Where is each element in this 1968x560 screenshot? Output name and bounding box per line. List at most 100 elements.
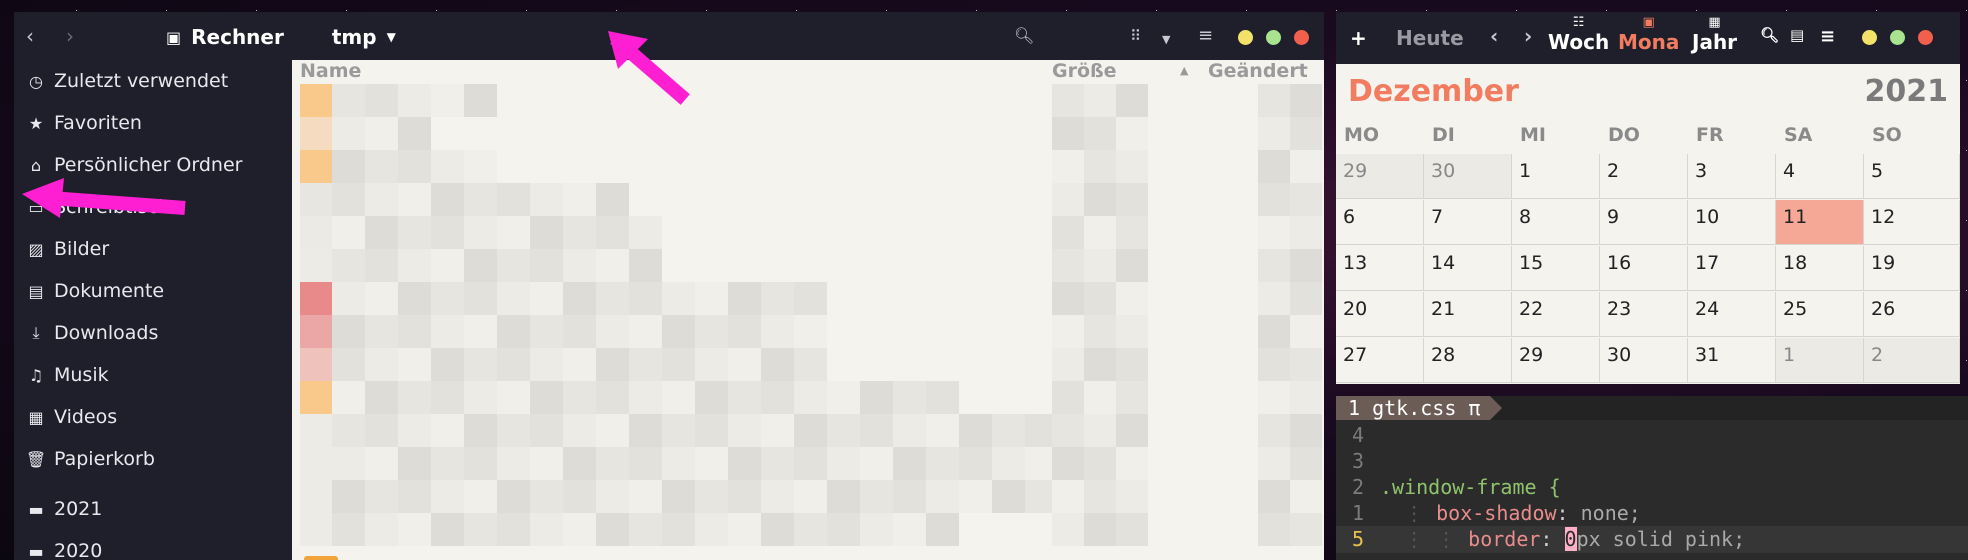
tab-gtk-css[interactable]: 1 gtk.css π [1336, 396, 1503, 420]
sidebar-item-label: Zuletzt verwendet [54, 70, 229, 92]
sidebar-item-folder-2021[interactable]: ▬ 2021 [28, 498, 102, 520]
calendar-day-cell[interactable]: 22 [1512, 292, 1600, 337]
calendar-day-cell[interactable]: 7 [1424, 200, 1512, 245]
sidebar-item-folder-2020[interactable]: ▬ 2020 [28, 540, 102, 560]
file-name-blur [629, 513, 662, 546]
file-name-blur [596, 282, 629, 315]
calendar-day-cell[interactable]: 29 [1336, 154, 1424, 199]
calendar-day-cell[interactable]: 12 [1864, 200, 1960, 245]
column-name[interactable]: Name [300, 60, 361, 82]
calendar-day-cell[interactable]: 19 [1864, 246, 1960, 291]
calendar-day-cell[interactable]: 6 [1336, 200, 1424, 245]
calendar-day-cell[interactable]: 13 [1336, 246, 1424, 291]
code-line[interactable]: 4 [1336, 422, 1380, 449]
sidebar-item-documents[interactable]: ▤ Dokumente [28, 280, 164, 302]
calendar-day-cell[interactable]: 1 [1512, 154, 1600, 199]
sidebar-item-recent[interactable]: ◷ Zuletzt verwendet [28, 70, 228, 92]
file-date-blur [1258, 381, 1290, 414]
calendar-day-cell[interactable]: 16 [1600, 246, 1688, 291]
minimize-button[interactable] [1862, 30, 1877, 45]
calendar-day-cell[interactable]: 18 [1776, 246, 1864, 291]
calendar-day-cell[interactable]: 1 [1776, 338, 1864, 383]
file-size-blur [1084, 150, 1116, 183]
calendar-day-cell[interactable]: 30 [1424, 154, 1512, 199]
line-number: 1 [1351, 501, 1365, 525]
sidebar-item-pictures[interactable]: ▨ Bilder [28, 238, 109, 260]
search-icon[interactable]: 🔍︎ [1760, 26, 1779, 44]
calendar-day-cell[interactable]: 9 [1600, 200, 1688, 245]
calendar-day-cell[interactable]: 8 [1512, 200, 1600, 245]
sidebar-item-home[interactable]: ⌂ Persönlicher Ordner [28, 154, 243, 176]
week-view-button[interactable]: ☷ Woch [1548, 16, 1609, 55]
calendar-day-cell[interactable]: 2 [1864, 338, 1960, 383]
forward-button[interactable]: › [66, 26, 74, 46]
file-name-blur [332, 216, 365, 249]
calendar-day-cell[interactable]: 26 [1864, 292, 1960, 337]
tab-bar: 1 gtk.css π [1336, 396, 1968, 420]
calendar-day-cell[interactable]: 2 [1600, 154, 1688, 199]
maximize-button[interactable] [1890, 30, 1905, 45]
line-number: 2 [1351, 475, 1365, 499]
calendar-day-cell[interactable]: 17 [1688, 246, 1776, 291]
sidebar-item-favorites[interactable]: ★ Favoriten [28, 112, 142, 134]
calendar-day-cell[interactable]: 30 [1600, 338, 1688, 383]
calendar-day-cell[interactable]: 28 [1424, 338, 1512, 383]
chevron-down-icon[interactable]: ▼ [387, 30, 396, 44]
file-name-blur [959, 480, 992, 513]
file-name-blur [497, 348, 530, 381]
code-line[interactable]: 1 ⋮ box-shadow: none; [1336, 500, 1641, 527]
calendar-day-cell[interactable]: 25 [1776, 292, 1864, 337]
calendar-day-cell[interactable]: 21 [1424, 292, 1512, 337]
path-bar[interactable]: ▣ Rechner tmp ▼ [166, 25, 396, 49]
calendar-day-cell[interactable]: 31 [1688, 338, 1776, 383]
today-button[interactable]: Heute [1396, 26, 1464, 50]
maximize-button[interactable] [1266, 30, 1281, 45]
close-button[interactable] [1294, 30, 1309, 45]
calendar-day-cell[interactable]: 15 [1512, 246, 1600, 291]
grid-view-icon[interactable]: ⠿ [1130, 26, 1141, 46]
column-size[interactable]: Größe [1052, 60, 1117, 82]
menu-icon[interactable]: ≡ [1820, 26, 1835, 47]
calendar-day-cell[interactable]: 14 [1424, 246, 1512, 291]
next-button[interactable]: › [1524, 24, 1532, 48]
file-name-blur [596, 216, 629, 249]
year-view-button[interactable]: ▦ Jahr [1692, 16, 1737, 55]
calendar-day-cell[interactable]: 23 [1600, 292, 1688, 337]
search-icon[interactable]: 🔍︎ [1014, 26, 1034, 46]
sidebar-item-trash[interactable]: 🗑︎ Papierkorb [26, 448, 155, 470]
file-size-blur [1084, 282, 1116, 315]
column-modified[interactable]: Geändert [1208, 60, 1308, 82]
calendar-day-cell[interactable]: 27 [1336, 338, 1424, 383]
folder-icon: ▬ [28, 541, 44, 560]
calendar-day-cell[interactable]: 29 [1512, 338, 1600, 383]
path-folder[interactable]: tmp [332, 25, 377, 49]
calendar-day-cell[interactable]: 3 [1688, 154, 1776, 199]
file-name-blur [497, 249, 530, 282]
add-event-button[interactable]: + [1350, 26, 1367, 50]
calendar-management-icon[interactable]: ▤ [1790, 26, 1804, 44]
calendar-day-cell[interactable]: 10 [1688, 200, 1776, 245]
sidebar-item-downloads[interactable]: ⤓ Downloads [28, 322, 158, 344]
video-icon: ▦ [28, 407, 44, 427]
sidebar-item-videos[interactable]: ▦ Videos [28, 406, 117, 428]
menu-icon[interactable]: ≡ [1198, 26, 1213, 46]
month-view-button[interactable]: ▣ Mona [1618, 16, 1679, 55]
sidebar-item-music[interactable]: ♫ Musik [28, 364, 109, 386]
back-button[interactable]: ‹ [26, 26, 34, 46]
current-code-line[interactable]: 5 ⋮ ⋮ border: 0px solid pink; [1336, 526, 1968, 553]
calendar-day-cell[interactable]: 24 [1688, 292, 1776, 337]
calendar-day-cell[interactable]: 20 [1336, 292, 1424, 337]
file-name-blur [530, 414, 563, 447]
calendar-day-cell[interactable]: 4 [1776, 154, 1864, 199]
view-options-chevron-icon[interactable]: ▼ [1162, 30, 1170, 50]
calendar-day-cell[interactable]: 11 [1776, 200, 1864, 245]
file-name-blur [398, 513, 431, 546]
minimize-button[interactable] [1238, 30, 1253, 45]
code-line[interactable]: 2 .window-frame { [1336, 474, 1561, 501]
code-line[interactable]: 3 [1336, 448, 1380, 475]
close-button[interactable] [1918, 30, 1933, 45]
path-app[interactable]: Rechner [191, 25, 284, 49]
previous-button[interactable]: ‹ [1490, 24, 1498, 48]
file-name-blur [332, 315, 365, 348]
calendar-day-cell[interactable]: 5 [1864, 154, 1960, 199]
